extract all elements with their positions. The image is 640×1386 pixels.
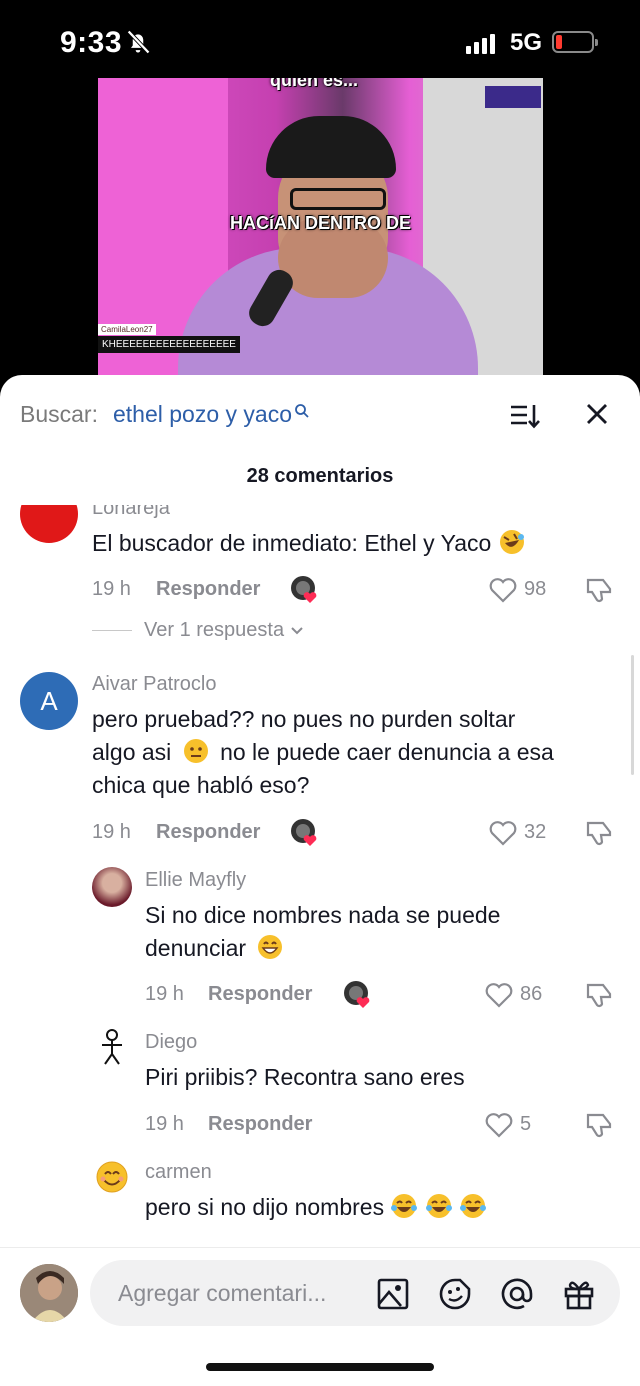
search-icon	[295, 404, 309, 418]
smile-emoji-icon	[96, 1161, 128, 1193]
comments-sheet: Buscar: ethel pozo y yaco 28 comentarios…	[0, 375, 640, 1386]
dislike-icon[interactable]	[584, 818, 614, 848]
video-player[interactable]: quien es... HACíAN DENTRO DE CamilaLeon2…	[98, 78, 543, 378]
dislike-icon[interactable]	[584, 980, 614, 1010]
avatar-letter: A	[40, 686, 58, 716]
comment-time: 19 h	[145, 983, 184, 1005]
comment-count: 28 comentarios	[246, 465, 394, 487]
at-icon[interactable]	[500, 1277, 534, 1311]
scrollbar[interactable]	[631, 655, 634, 775]
search-term: ethel pozo y yaco	[113, 401, 293, 427]
stick-figure-icon	[102, 1029, 122, 1065]
like-count: 98	[524, 578, 547, 600]
home-indicator[interactable]	[206, 1363, 434, 1371]
comment-text: pero pruebad?? no pues no purden soltar …	[92, 703, 554, 802]
avatar[interactable]	[20, 1264, 78, 1322]
status-bar: 9:33 5G	[0, 0, 640, 80]
avatar[interactable]	[92, 867, 132, 907]
creator-liked-icon	[343, 980, 373, 1010]
joy-emoji-icon	[391, 1194, 418, 1218]
video-tag-text: KHEEEEEEEEEEEEEEEEEE	[98, 336, 240, 353]
comment-input[interactable]: Agregar comentari...	[90, 1260, 620, 1326]
like-count: 32	[524, 821, 547, 843]
reply-button[interactable]: Responder	[156, 578, 260, 601]
bell-slash-icon	[127, 30, 150, 54]
chevron-down-icon	[290, 627, 303, 635]
gift-icon[interactable]	[562, 1277, 596, 1311]
comment-text-body: pero si no dijo nombres	[145, 1194, 385, 1220]
battery-icon	[552, 31, 598, 53]
search-header: Buscar: ethel pozo y yaco	[0, 375, 640, 455]
avatar[interactable]	[92, 1027, 132, 1067]
like-count: 86	[520, 983, 543, 1005]
comment-input-placeholder: Agregar comentari...	[118, 1280, 327, 1306]
heart-icon[interactable]	[484, 1111, 514, 1139]
comment-username[interactable]: Diego	[145, 1031, 197, 1054]
heart-icon[interactable]	[488, 819, 518, 847]
heart-icon[interactable]	[484, 981, 514, 1009]
emoji-icon[interactable]	[438, 1277, 472, 1311]
search-label: Buscar:	[20, 401, 98, 427]
avatar[interactable]	[92, 1157, 132, 1197]
search-term-link[interactable]: ethel pozo y yaco	[113, 401, 310, 428]
whatsapp-badge	[485, 86, 541, 108]
comment-text-line: chica que habló eso?	[92, 772, 310, 798]
creator-liked-icon	[290, 818, 320, 848]
rofl-emoji-icon	[499, 530, 524, 554]
comment-text-part: algo asi	[92, 739, 172, 765]
comment-username[interactable]: Ellie Mayfly	[145, 869, 246, 892]
reply-button[interactable]: Responder	[156, 821, 260, 844]
dislike-icon[interactable]	[584, 1110, 614, 1140]
comment-text: Si no dice nombres nada se puede denunci…	[145, 899, 500, 965]
comment-time: 19 h	[92, 821, 131, 843]
comment-text-line: Si no dice nombres nada se puede	[145, 902, 501, 928]
like-count: 5	[520, 1113, 532, 1135]
status-time: 9:33	[60, 26, 123, 59]
neutral-face-emoji-icon	[183, 739, 208, 763]
avatar[interactable]	[20, 505, 78, 543]
network-type: 5G	[510, 29, 543, 56]
comment-time: 19 h	[92, 578, 131, 600]
heart-icon[interactable]	[488, 576, 518, 604]
comment-text-line: pero pruebad?? no pues no purden soltar	[92, 706, 516, 732]
view-replies-label: Ver 1 respuesta	[144, 619, 285, 641]
reply-button[interactable]: Responder	[208, 983, 312, 1006]
comment-text-body: El buscador de inmediato: Ethel y Yaco	[92, 530, 492, 556]
comment-composer: Agregar comentari...	[0, 1247, 640, 1386]
video-subtitle: HACíAN DENTRO DE	[229, 213, 411, 233]
comment-username[interactable]: Aivar Patroclo	[92, 673, 217, 696]
avatar[interactable]: A	[20, 672, 78, 730]
comment-text-part: denunciar	[145, 935, 247, 961]
comment-text: pero si no dijo nombres	[145, 1191, 487, 1224]
comment-time: 19 h	[145, 1113, 184, 1135]
comment-text: Piri priibis? Recontra sano eres	[145, 1064, 465, 1090]
video-top-caption: quien es...	[270, 78, 359, 90]
view-replies-button[interactable]: Ver 1 respuesta	[92, 619, 304, 642]
comment-username[interactable]: Lonareja	[92, 505, 170, 520]
comment-text-line: algo asi no le puede caer denuncia a esa	[92, 736, 554, 769]
close-icon[interactable]	[586, 403, 608, 425]
grin-emoji-icon	[258, 935, 283, 959]
comment-username[interactable]: carmen	[145, 1161, 212, 1184]
comment-text: El buscador de inmediato: Ethel y Yaco	[92, 527, 526, 560]
signal-icon	[466, 32, 495, 54]
comment-text-part: no le puede caer denuncia a esa	[220, 739, 554, 765]
joy-emoji-icon	[460, 1194, 487, 1218]
reply-button[interactable]: Responder	[208, 1113, 312, 1136]
creator-liked-icon	[290, 575, 320, 605]
joy-emoji-icon	[425, 1194, 452, 1218]
comment-text-line: denunciar	[145, 932, 500, 965]
comment-list[interactable]: Lonareja El buscador de inmediato: Ethel…	[0, 505, 640, 1247]
sort-icon[interactable]	[510, 403, 540, 429]
dislike-icon[interactable]	[584, 575, 614, 605]
image-icon[interactable]	[376, 1277, 410, 1311]
video-tag-user: CamilaLeon27	[98, 324, 156, 335]
